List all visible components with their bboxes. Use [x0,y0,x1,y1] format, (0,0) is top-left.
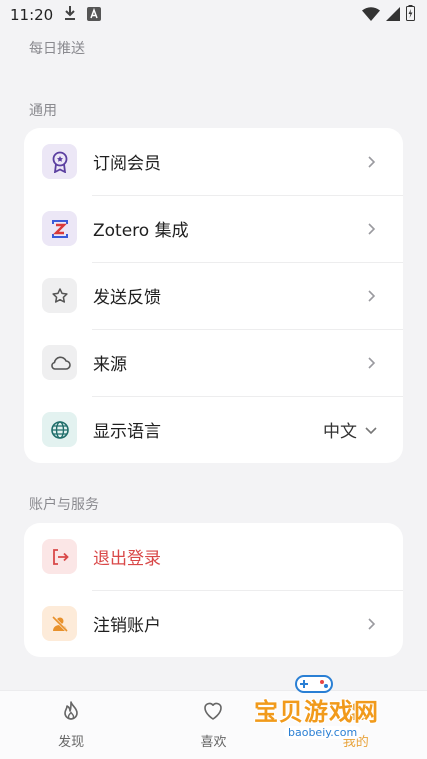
settings-content[interactable]: 每日推送 通用 订阅会员 Zotero 集成 发送反馈 来源 显示语言 中文 账… [0,30,427,690]
chevron-right-icon [368,155,376,168]
language-value: 中文 [323,422,357,442]
cloud-icon [42,345,77,380]
language-selector[interactable]: 中文 [323,417,379,442]
watermark-logo: 宝贝游戏网 baobeiy.com [248,668,424,750]
watermark-url: baobeiy.com [284,726,362,739]
chevron-right-icon [368,617,376,630]
membership-badge-icon [42,144,77,179]
section-title-account: 账户与服务 [29,497,99,513]
settings-item-label: Zotero 集成 [93,221,189,241]
logout-icon [42,539,77,574]
globe-icon [42,412,77,447]
chevron-down-icon [365,426,377,434]
settings-item-source[interactable]: 来源 [24,329,403,396]
signal-icon [386,6,400,25]
wifi-icon [362,6,380,25]
general-card: 订阅会员 Zotero 集成 发送反馈 来源 显示语言 中文 [24,128,403,463]
heart-icon [201,699,225,727]
settings-item-label: 发送反馈 [93,288,161,308]
nav-label: 喜欢 [200,735,227,750]
a-icon [87,6,102,25]
status-time: 11:20 [10,6,54,24]
settings-item-label: 来源 [93,355,127,375]
chevron-right-icon [368,289,376,302]
battery-icon [406,5,415,25]
chevron-right-icon [368,356,376,369]
settings-item-logout[interactable]: 退出登录 [24,523,403,590]
settings-item-delete-account[interactable]: 注销账户 [24,590,403,657]
chevron-right-icon [368,222,376,235]
watermark-text: 宝贝游戏网 [254,698,379,726]
account-card: 退出登录 注销账户 [24,523,403,657]
settings-item-language[interactable]: 显示语言 中文 [24,396,403,463]
nav-item-discover[interactable]: 发现 [26,699,116,750]
settings-item-label: 注销账户 [93,616,161,636]
star-icon [42,278,77,313]
settings-item-label: 退出登录 [93,549,161,569]
zotero-icon [42,211,77,246]
download-icon [63,5,77,25]
nav-item-likes[interactable]: 喜欢 [168,699,258,750]
flame-icon [59,699,83,727]
delete-account-icon [42,606,77,641]
status-bar: 11:20 [0,0,427,30]
settings-item-feedback[interactable]: 发送反馈 [24,262,403,329]
settings-item-label: 显示语言 [93,422,161,442]
section-title-general: 通用 [29,103,57,119]
settings-item-zotero[interactable]: Zotero 集成 [24,195,403,262]
settings-item-membership[interactable]: 订阅会员 [24,128,403,195]
section-title-daily: 每日推送 [29,41,85,57]
settings-item-label: 订阅会员 [93,154,161,174]
nav-label: 发现 [58,735,85,750]
